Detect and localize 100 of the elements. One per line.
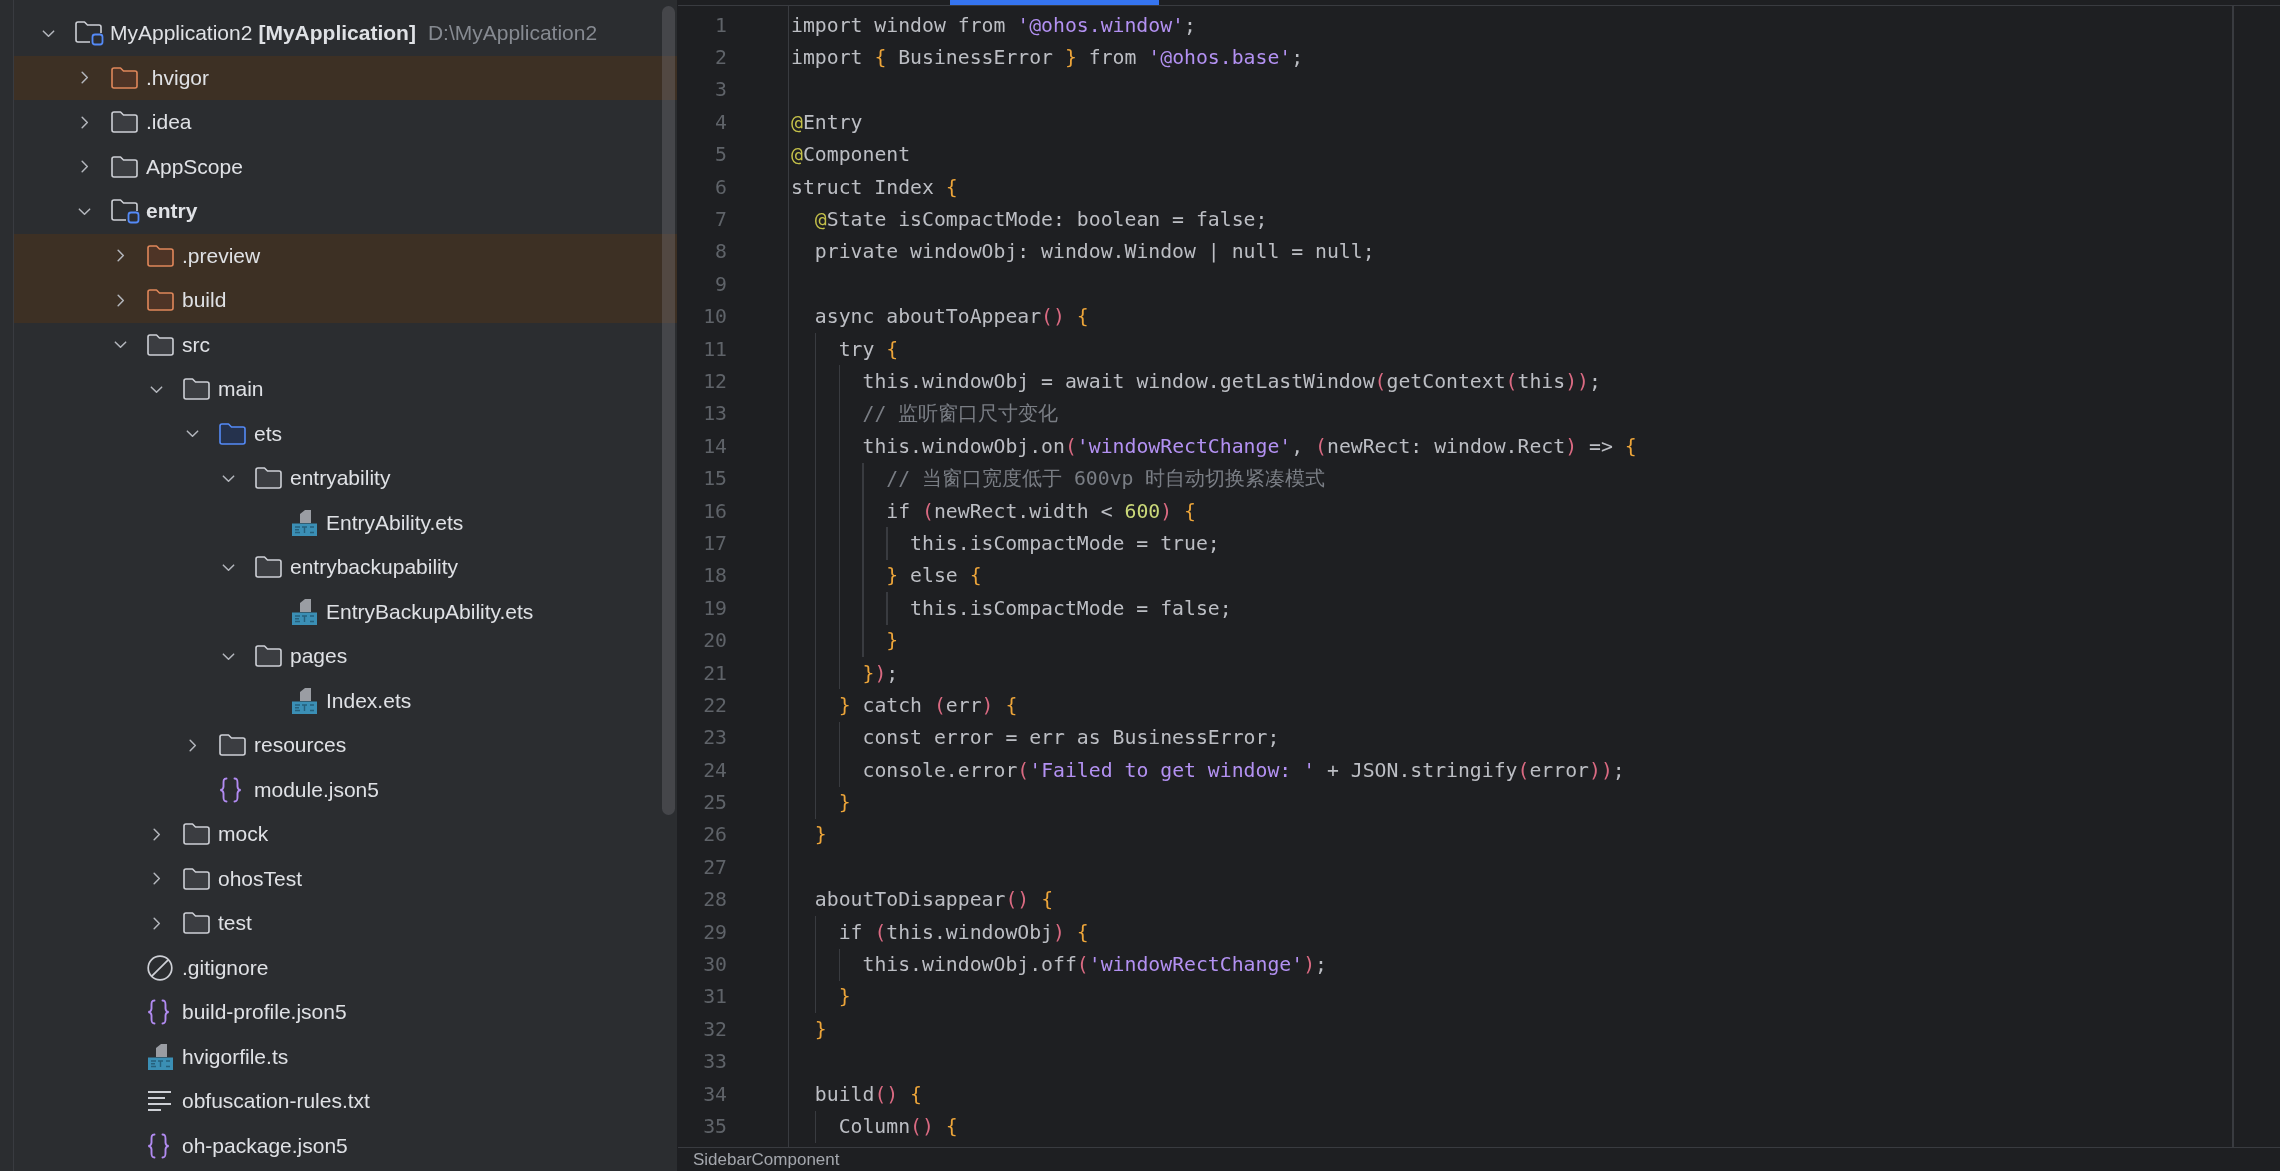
- code-line: }: [886, 628, 899, 655]
- text-lines-icon: [147, 1090, 172, 1113]
- line-number: 8: [714, 239, 727, 266]
- line-number: 14: [702, 433, 727, 460]
- folder-icon: [147, 333, 174, 356]
- folder-label[interactable]: entrybackupability: [290, 555, 459, 580]
- script-file-icon: [147, 1042, 174, 1071]
- code-line: private windowObj: window.Window | null = null;: [814, 239, 1375, 266]
- module-name: [MyApplication]: [258, 21, 416, 46]
- line-number: 25: [702, 790, 727, 817]
- code-line: } else {: [886, 563, 982, 590]
- excluded-folder-row[interactable]: .preview: [14, 233, 677, 278]
- folder-label[interactable]: build: [182, 288, 227, 313]
- folder-icon: [255, 467, 282, 490]
- folder-icon: [111, 155, 138, 178]
- code-line: if (newRect.width < 600) {: [886, 498, 1196, 525]
- code-line: this.windowObj.on('windowRectChange', (newRect: window.Rect) => {: [862, 433, 1637, 460]
- file-label[interactable]: EntryBackupAbility.ets: [326, 599, 534, 624]
- code-line: try {: [838, 336, 899, 363]
- line-number: 13: [702, 401, 727, 428]
- file-label[interactable]: .gitignore: [182, 955, 269, 980]
- project-name[interactable]: MyApplication2: [110, 21, 253, 46]
- folder-label[interactable]: AppScope: [146, 154, 243, 179]
- line-number: 34: [702, 1081, 727, 1108]
- file-label[interactable]: oh-package.json5: [182, 1133, 348, 1158]
- file-label[interactable]: module.json5: [254, 777, 379, 802]
- code-line: }: [814, 1016, 827, 1043]
- folder-icon: [219, 734, 246, 757]
- code-line: const error = err as BusinessError;: [862, 725, 1280, 752]
- line-number: 4: [714, 109, 727, 136]
- excluded-folder-icon: [147, 244, 174, 267]
- folder-label[interactable]: .preview: [182, 243, 261, 268]
- scrollbar-thumb[interactable]: [662, 6, 675, 815]
- braces-icon: [147, 1132, 170, 1159]
- braces-icon: [219, 776, 242, 803]
- circle-slash-icon: [147, 954, 173, 981]
- folder-icon: [183, 867, 210, 890]
- line-number: 24: [702, 757, 727, 784]
- code-line: this.windowObj.off('windowRectChange');: [862, 952, 1327, 978]
- folder-label[interactable]: entryability: [290, 466, 391, 491]
- code-line: @Component: [791, 142, 911, 169]
- line-number: 6: [714, 174, 727, 201]
- code-line: struct Index {: [791, 174, 958, 201]
- script-file-icon: [291, 597, 318, 626]
- folder-label[interactable]: ets: [254, 421, 282, 446]
- line-number: 15: [702, 466, 727, 493]
- line-number: 33: [702, 1049, 727, 1076]
- module-label[interactable]: entry: [146, 199, 198, 224]
- source-folder-icon: [219, 422, 246, 445]
- script-file-icon: [291, 686, 318, 715]
- file-label[interactable]: build-profile.json5: [182, 1000, 347, 1025]
- folder-icon: [183, 378, 210, 401]
- file-label[interactable]: obfuscation-rules.txt: [182, 1089, 370, 1114]
- folder-label[interactable]: ohosTest: [218, 866, 303, 891]
- line-number: 30: [702, 952, 727, 978]
- file-label[interactable]: hvigorfile.ts: [182, 1044, 289, 1069]
- excluded-folder-icon: [111, 66, 138, 89]
- code-line: this.isCompactMode = false;: [910, 595, 1232, 622]
- line-number: 17: [702, 530, 727, 557]
- code-line: });: [862, 660, 899, 687]
- code-line: console.error('Failed to get window: ' + JSON.stringify(error));: [862, 757, 1625, 784]
- code-line: if (this.windowObj) {: [838, 919, 1089, 946]
- code-line: }: [838, 790, 851, 817]
- line-number: 1: [714, 12, 727, 39]
- folder-label[interactable]: pages: [290, 644, 348, 669]
- code-line: } catch (err) {: [838, 692, 1018, 719]
- breadcrumb-item[interactable]: SidebarComponent: [693, 1149, 840, 1170]
- project-path: D:\MyApplication2: [427, 21, 598, 46]
- folder-label[interactable]: resources: [254, 733, 347, 758]
- file-label[interactable]: Index.ets: [326, 688, 412, 713]
- line-number: 22: [702, 692, 727, 719]
- line-number: 10: [702, 304, 727, 331]
- folder-label[interactable]: test: [218, 911, 252, 936]
- line-number: 20: [702, 628, 727, 655]
- line-number: 18: [702, 563, 727, 590]
- folder-label[interactable]: .hvigor: [146, 65, 210, 90]
- braces-icon: [147, 999, 170, 1026]
- excluded-folder-row[interactable]: build: [14, 278, 677, 323]
- folder-icon: [111, 111, 138, 134]
- module-folder-icon: [75, 20, 104, 46]
- code-line: import window from '@ohos.window';: [791, 12, 1196, 39]
- folder-icon: [183, 823, 210, 846]
- file-label[interactable]: EntryAbility.ets: [326, 510, 464, 535]
- folder-label[interactable]: src: [182, 332, 210, 357]
- folder-label[interactable]: main: [218, 377, 264, 402]
- code-line: Column() {: [838, 1113, 958, 1140]
- folder-label[interactable]: .idea: [146, 110, 192, 135]
- line-number: 32: [702, 1016, 727, 1043]
- folder-icon: [255, 556, 282, 579]
- line-number: 5: [714, 142, 727, 169]
- script-file-icon: [291, 508, 318, 537]
- folder-icon: [183, 912, 210, 935]
- line-number: 27: [702, 854, 727, 881]
- excluded-folder-row[interactable]: .hvigor: [14, 55, 677, 100]
- line-number: 7: [714, 207, 727, 234]
- line-number: 28: [702, 887, 727, 914]
- line-number: 3: [714, 77, 727, 104]
- line-number: 16: [702, 498, 727, 525]
- code-line: async aboutToAppear() {: [814, 304, 1089, 331]
- folder-label[interactable]: mock: [218, 822, 269, 847]
